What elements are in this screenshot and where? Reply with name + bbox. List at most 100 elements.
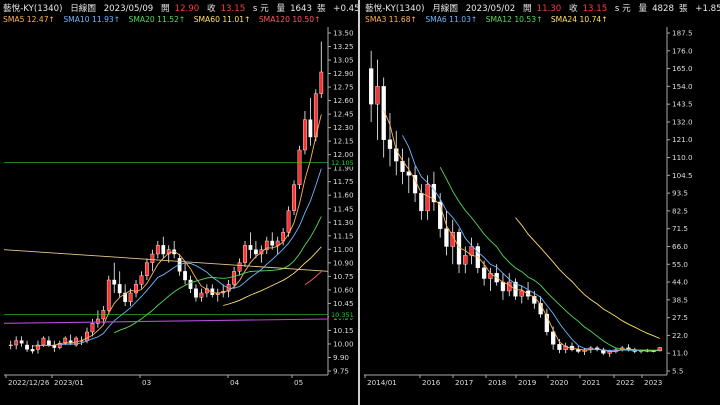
y-tick-label: 12.75 — [333, 83, 354, 92]
candle-body — [551, 331, 556, 345]
candle-body — [30, 349, 35, 352]
y-tick-label: 13.25 — [333, 42, 354, 51]
y-tick-label: 121.0 — [672, 135, 693, 144]
candle-body — [85, 331, 89, 341]
candle-body — [183, 271, 187, 281]
candle-body — [96, 318, 100, 324]
candle-body — [68, 340, 73, 343]
y-tick-label: 110.0 — [672, 153, 693, 162]
candle-body — [25, 344, 29, 350]
y-tick-label: 165.0 — [672, 64, 693, 73]
candle-body — [500, 281, 506, 292]
candle-body — [444, 228, 449, 247]
y-tick-label: 132.0 — [672, 117, 693, 126]
y-tick-label: 154.0 — [672, 82, 693, 91]
x-tick-label: 04 — [230, 378, 240, 387]
candle-body — [90, 323, 95, 333]
y-tick-label: 11.00 — [333, 245, 354, 254]
candle-body — [106, 279, 111, 311]
y-tick-label: 10.15 — [333, 326, 354, 335]
candle-body — [232, 271, 236, 285]
y-tick-label: 10.60 — [333, 285, 354, 294]
y-tick-label: 12.30 — [333, 123, 354, 132]
y-tick-label: 44.0 — [672, 278, 688, 287]
y-tick-label: 71.5 — [672, 224, 688, 233]
candle-body — [8, 344, 13, 347]
x-tick-label: 05 — [294, 378, 303, 387]
long-ma-line — [3, 318, 329, 324]
daily-candlestick-chart[interactable]: 13.50 13.25 13.05 12.90 12.75 12.60 12.45 12.30… — [0, 0, 358, 405]
candle-body — [237, 262, 242, 272]
moving-average-line — [223, 246, 322, 306]
y-tick-label: 187.5 — [672, 29, 693, 38]
candle-body — [463, 255, 468, 265]
x-tick-label: 2023 — [644, 378, 662, 387]
candle-body — [387, 139, 393, 149]
y-tick-label: 10.75 — [333, 272, 354, 281]
y-tick-label: 11.60 — [333, 191, 354, 200]
candle-body — [368, 68, 374, 105]
price-tag: 10.351 — [331, 311, 354, 319]
x-tick-label: 2017 — [455, 378, 473, 387]
monthly-chart-panel[interactable]: 藝悅-KY(1340) 月線圖 2023/05/02 開 11.30 收 13.15… — [362, 0, 720, 405]
y-tick-label: 12.90 — [333, 69, 354, 78]
y-tick-label: 12.60 — [333, 96, 354, 105]
candle-body — [419, 192, 424, 212]
moving-average-line — [59, 168, 322, 346]
candle-body — [117, 284, 122, 294]
candle-body — [161, 245, 166, 255]
candle-body — [308, 119, 313, 138]
candle-body — [375, 86, 380, 105]
y-tick-label: 93.5 — [672, 189, 688, 198]
moving-average-line — [515, 217, 661, 339]
x-tick-label: 2019 — [518, 378, 537, 387]
y-tick-label: 143.5 — [672, 100, 693, 109]
candle-body — [199, 292, 204, 298]
y-tick-label: 9.90 — [333, 353, 349, 362]
x-tick-label: 2014/01 — [367, 378, 397, 387]
candle-body — [194, 288, 198, 298]
y-tick-label: 11.15 — [333, 231, 354, 240]
y-tick-label: 12.45 — [333, 110, 354, 119]
candle-body — [576, 349, 581, 352]
candle-body — [46, 340, 51, 346]
y-tick-label: 12.00 — [333, 150, 354, 159]
daily-chart-panel[interactable]: 藝悅-KY(1340) 日線圖 2023/05/09 開 12.90 收 13.15… — [0, 0, 360, 405]
price-tag: 12.105 — [331, 159, 354, 167]
y-tick-label: 13.50 — [333, 29, 354, 38]
candle-body — [303, 119, 307, 151]
y-tick-label: 66.0 — [672, 242, 688, 251]
candle-body — [254, 249, 258, 255]
candle-body — [519, 290, 524, 297]
moving-average-line — [402, 135, 660, 351]
y-tick-label: 55.0 — [672, 260, 688, 269]
candle-body — [19, 340, 24, 344]
x-tick-label: 03 — [142, 378, 151, 387]
x-tick-label: 2022 — [616, 378, 634, 387]
monthly-candlestick-chart[interactable]: 187.5 176.0 165.0 154.0 143.5 132.0 121.0 110.0… — [362, 0, 720, 405]
y-tick-label: 5.5 — [672, 367, 683, 376]
y-tick-label: 10.90 — [333, 258, 354, 267]
candle-body — [481, 267, 487, 279]
y-tick-label: 27.5 — [672, 313, 688, 322]
x-tick-label: 2021 — [582, 378, 600, 387]
candle-body — [297, 149, 302, 185]
y-tick-label: 10.00 — [333, 339, 354, 348]
candle-body — [155, 245, 160, 255]
candle-body — [425, 184, 430, 212]
moving-average-line — [383, 109, 660, 352]
candle-body — [275, 240, 280, 246]
x-tick-label: 2022/12/26 — [8, 378, 50, 387]
y-tick-label: 11.0 — [672, 349, 688, 358]
x-tick-label: 2018 — [488, 378, 507, 387]
candle-body — [557, 344, 562, 350]
candle-body — [292, 184, 296, 211]
y-tick-label: 176.0 — [672, 46, 693, 55]
candle-body — [270, 240, 275, 246]
candle-body — [248, 245, 253, 250]
y-tick-label: 104.5 — [672, 171, 693, 180]
candle-body — [128, 292, 133, 302]
y-tick-label: 12.15 — [333, 137, 354, 146]
x-tick-label: 2020 — [550, 378, 569, 387]
candle-body — [139, 275, 144, 285]
